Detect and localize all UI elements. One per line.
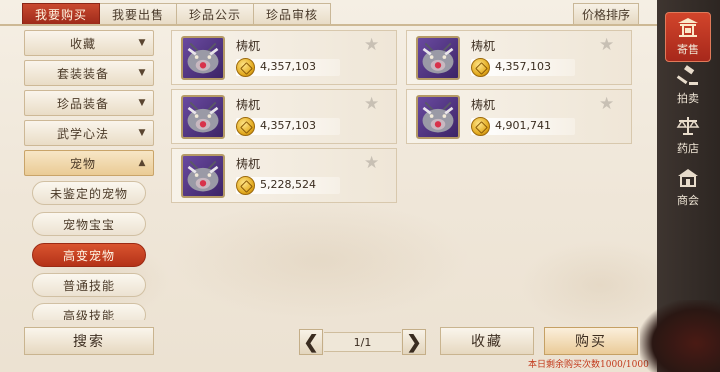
subcategory-mutant-pets[interactable]: 高变宠物 bbox=[32, 243, 146, 267]
item-name: 梼杌 bbox=[236, 98, 261, 112]
pet-portrait-icon bbox=[416, 95, 460, 139]
item-card[interactable]: 梼杌 ★ 5,228,524 bbox=[171, 148, 397, 203]
category-label: 套装装备 bbox=[56, 66, 109, 81]
market-tabs: 我要购买 我要出售 珍品公示 珍品审核 bbox=[22, 3, 332, 25]
item-price: 4,901,741 bbox=[495, 119, 551, 132]
category-set-equipment[interactable]: 套装装备 ▼ bbox=[24, 60, 154, 86]
page-indicator: 1/1 bbox=[324, 332, 401, 352]
category-label: 宠物 bbox=[69, 156, 96, 171]
item-price: 4,357,103 bbox=[260, 119, 316, 132]
chevron-down-icon: ▼ bbox=[138, 128, 146, 138]
category-label: 武学心法 bbox=[56, 126, 109, 141]
tab-divider bbox=[0, 24, 657, 26]
chevron-left-icon: ❮ bbox=[303, 331, 319, 353]
rail-label: 拍卖 bbox=[677, 92, 699, 105]
buy-button[interactable]: 购买 bbox=[544, 327, 638, 355]
category-martial-arts[interactable]: 武学心法 ▼ bbox=[24, 120, 154, 146]
category-rare-equipment[interactable]: 珍品装备 ▼ bbox=[24, 90, 154, 116]
item-price: 4,357,103 bbox=[495, 60, 551, 73]
favorite-star-icon[interactable]: ★ bbox=[364, 35, 379, 55]
rail-pharmacy[interactable]: 药店 bbox=[665, 110, 711, 160]
category-sidebar: 收藏 ▼ 套装装备 ▼ 珍品装备 ▼ 武学心法 ▼ 宠物 ▲ 未鉴定的宠物 宠物… bbox=[24, 30, 154, 320]
pet-portrait-icon bbox=[416, 36, 460, 80]
tab-buy[interactable]: 我要购买 bbox=[22, 3, 101, 25]
item-card[interactable]: 梼杌 ★ 4,357,103 bbox=[171, 89, 397, 144]
item-price: 5,228,524 bbox=[260, 178, 316, 191]
coin-icon bbox=[236, 117, 255, 136]
favorite-star-icon[interactable]: ★ bbox=[364, 153, 379, 173]
chevron-down-icon: ▼ bbox=[138, 68, 146, 78]
item-name: 梼杌 bbox=[471, 98, 496, 112]
gavel-icon bbox=[676, 65, 698, 85]
rail-auction[interactable]: 拍卖 bbox=[665, 60, 711, 110]
category-label: 收藏 bbox=[69, 36, 96, 51]
rail-consignment[interactable]: 寄售 bbox=[665, 12, 711, 62]
rail-label: 药店 bbox=[677, 142, 699, 155]
tab-sell[interactable]: 我要出售 bbox=[100, 3, 178, 25]
rail-label: 商会 bbox=[677, 194, 699, 207]
remaining-purchases-text: 本日剩余购买次数1000/1000 bbox=[528, 360, 649, 370]
item-card[interactable]: 梼杌 ★ 4,901,741 bbox=[406, 89, 632, 144]
house-icon bbox=[678, 169, 698, 187]
pavilion-icon bbox=[678, 18, 698, 37]
coin-icon bbox=[236, 176, 255, 195]
dragon-decoration bbox=[640, 300, 720, 372]
pet-portrait-icon bbox=[181, 95, 225, 139]
item-name: 梼杌 bbox=[471, 39, 496, 53]
item-price: 4,357,103 bbox=[260, 60, 316, 73]
subcategory-normal-skills[interactable]: 普通技能 bbox=[32, 273, 146, 297]
category-label: 珍品装备 bbox=[56, 96, 109, 111]
favorite-star-icon[interactable]: ★ bbox=[599, 94, 614, 114]
subcategory-pet-babies[interactable]: 宠物宝宝 bbox=[32, 212, 146, 236]
item-card[interactable]: 梼杌 ★ 4,357,103 bbox=[406, 30, 632, 85]
coin-icon bbox=[471, 117, 490, 136]
subcategory-unidentified-pets[interactable]: 未鉴定的宠物 bbox=[32, 181, 146, 205]
pet-portrait-icon bbox=[181, 36, 225, 80]
item-name: 梼杌 bbox=[236, 157, 261, 171]
chevron-right-icon: ❯ bbox=[406, 331, 422, 353]
subcategory-advanced-skills[interactable]: 高级技能 bbox=[32, 303, 146, 320]
prev-page-button[interactable]: ❮ bbox=[299, 329, 323, 355]
next-page-button[interactable]: ❯ bbox=[402, 329, 426, 355]
tab-treasure-public[interactable]: 珍品公示 bbox=[177, 3, 255, 25]
chevron-down-icon: ▼ bbox=[138, 98, 146, 108]
category-pets[interactable]: 宠物 ▲ bbox=[24, 150, 154, 176]
item-name: 梼杌 bbox=[236, 39, 261, 53]
item-card[interactable]: 梼杌 ★ 4,357,103 bbox=[171, 30, 397, 85]
rail-guild[interactable]: 商会 bbox=[665, 162, 711, 212]
category-favorites[interactable]: 收藏 ▼ bbox=[24, 30, 154, 56]
tab-treasure-review[interactable]: 珍品审核 bbox=[254, 3, 332, 25]
price-sort-button[interactable]: 价格排序 bbox=[573, 3, 639, 25]
rail-label: 寄售 bbox=[677, 43, 699, 56]
coin-icon bbox=[236, 58, 255, 77]
favorite-button[interactable]: 收藏 bbox=[440, 327, 534, 355]
search-button[interactable]: 搜索 bbox=[24, 327, 154, 355]
pet-portrait-icon bbox=[181, 154, 225, 198]
favorite-star-icon[interactable]: ★ bbox=[364, 94, 379, 114]
coin-icon bbox=[471, 58, 490, 77]
scale-icon bbox=[676, 117, 700, 135]
chevron-up-icon: ▲ bbox=[138, 158, 146, 168]
chevron-down-icon: ▼ bbox=[138, 38, 146, 48]
favorite-star-icon[interactable]: ★ bbox=[599, 35, 614, 55]
